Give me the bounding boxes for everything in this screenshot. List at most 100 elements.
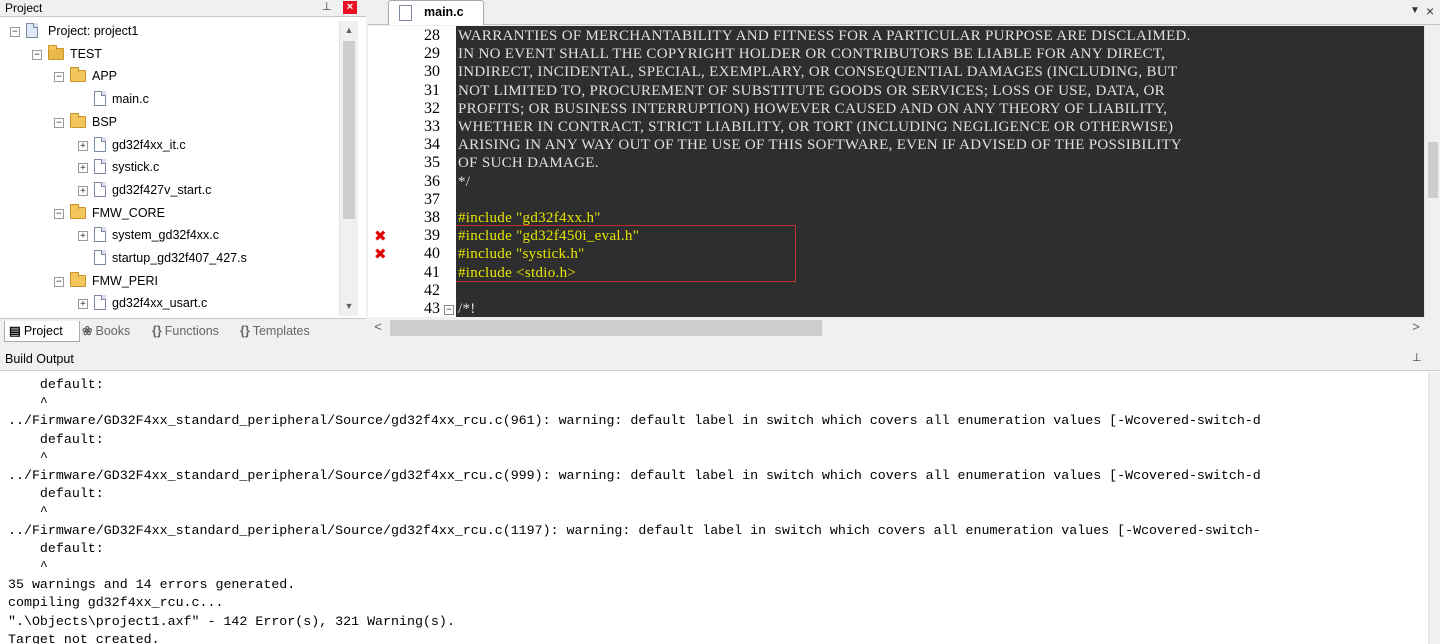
tree-node-label: Project: project1 [48, 24, 139, 38]
project-tab-icon: ▤ [9, 324, 21, 338]
expand-icon[interactable]: + [78, 231, 88, 242]
collapse-icon[interactable]: − [54, 117, 64, 128]
output-line[interactable]: ^ [8, 449, 48, 467]
file-icon [94, 136, 106, 152]
tab-project[interactable]: ▤ Project [4, 321, 80, 342]
output-line[interactable]: compiling gd32f4xx_rcu.c... [8, 594, 223, 612]
code-line[interactable]: INDIRECT, INCIDENTAL, SPECIAL, EXEMPLARY… [458, 63, 1177, 81]
build-output-text[interactable]: default: ^ ../Firmware/GD32F4xx_standard_… [8, 376, 1428, 644]
expand-icon[interactable]: + [78, 299, 88, 310]
output-line[interactable]: ../Firmware/GD32F4xx_standard_peripheral… [8, 522, 1261, 540]
tree-node-label: TEST [70, 46, 102, 61]
code-line[interactable]: OF SUCH DAMAGE. [458, 154, 599, 172]
tree-node-label: main.c [112, 92, 149, 107]
tree-node-label: gd32f4xx_usart.c [112, 296, 208, 311]
tree-node[interactable]: + system_gd32f4xx.c [0, 224, 338, 246]
code-line[interactable]: PROFITS; OR BUSINESS INTERRUPTION) HOWEV… [458, 100, 1167, 118]
tree-node[interactable]: + gd32f4xx_usart.c [0, 292, 338, 314]
folder-icon [70, 67, 86, 83]
output-line[interactable]: default: [8, 431, 104, 449]
editor-panel: main.c ▼ × 28 29 30 31 32 33 34 35 36 37 38 39 ✖ 40 ✖ 4… [368, 0, 1440, 342]
tree-node[interactable]: − FMW_CORE [0, 202, 338, 224]
tab-templates[interactable]: {} Templates [236, 321, 332, 341]
build-output-titlebar: Build Output ⊥ [0, 348, 1440, 371]
code-line[interactable]: /*! [458, 300, 476, 317]
line-number: 33 [424, 118, 440, 135]
tree-node[interactable]: main.c [0, 88, 338, 110]
line-number: 37 [424, 190, 440, 208]
output-line[interactable]: default: [8, 376, 104, 394]
pin-icon[interactable]: ⊥ [322, 0, 332, 13]
code-line[interactable]: */ [458, 173, 470, 191]
scroll-down-icon[interactable]: ▼ [341, 298, 357, 314]
line-number: 30 [424, 63, 440, 81]
output-line[interactable]: default: [8, 485, 104, 503]
tree-node[interactable]: + systick.c [0, 156, 338, 178]
tree-node[interactable]: + gd32f427v_start.c [0, 179, 338, 201]
tree-node[interactable]: − TEST [0, 43, 338, 65]
output-line[interactable]: ^ [8, 394, 48, 412]
tab-close-icon[interactable]: × [1426, 3, 1434, 19]
project-panel-title: Project [5, 1, 43, 15]
line-number: 41 [424, 263, 440, 281]
scroll-up-icon[interactable]: ▲ [341, 22, 357, 38]
tab-functions[interactable]: {} Functions [148, 321, 236, 341]
error-highlight [456, 225, 796, 282]
tree-node-label: APP [92, 69, 118, 84]
line-number: 35 [424, 154, 440, 172]
code-line[interactable]: NOT LIMITED TO, PROCUREMENT OF SUBSTITUT… [458, 82, 1165, 100]
file-icon [94, 159, 106, 175]
editor-vertical-scrollbar[interactable] [1424, 26, 1440, 317]
tree-node[interactable]: + gd32f4xx_it.c [0, 134, 338, 156]
error-icon[interactable]: ✖ [374, 245, 387, 263]
file-icon [94, 181, 106, 197]
collapse-icon[interactable]: − [10, 27, 20, 37]
pin-icon[interactable]: ⊥ [1412, 351, 1422, 364]
scroll-left-icon[interactable]: < [370, 319, 386, 335]
output-line[interactable]: ^ [8, 558, 48, 576]
output-line[interactable]: ^ [8, 503, 48, 521]
output-line[interactable]: ../Firmware/GD32F4xx_standard_peripheral… [8, 467, 1261, 485]
output-line[interactable]: Target not created. [8, 631, 160, 644]
collapse-icon[interactable]: − [54, 208, 64, 219]
build-output-scrollbar[interactable] [1428, 372, 1440, 644]
line-number: 38 [424, 209, 440, 226]
tree-scroll-thumb[interactable] [343, 41, 355, 219]
output-line[interactable]: default: [8, 540, 104, 558]
close-panel-icon[interactable]: × [343, 1, 357, 14]
error-icon[interactable]: ✖ [374, 227, 387, 245]
tab-main-c[interactable]: main.c [388, 0, 484, 25]
tree-node[interactable]: − APP [0, 65, 338, 87]
output-line[interactable]: 35 warnings and 14 errors generated. [8, 576, 295, 594]
tab-label: Books [95, 324, 131, 338]
tree-node-label: systick.c [112, 160, 160, 175]
collapse-icon[interactable]: − [32, 49, 42, 60]
code-line[interactable]: IN NO EVENT SHALL THE COPYRIGHT HOLDER O… [458, 45, 1165, 63]
expand-icon[interactable]: + [78, 185, 88, 196]
editor-scroll-thumb[interactable] [1428, 142, 1438, 198]
collapse-icon[interactable]: − [54, 72, 64, 83]
tree-node[interactable]: − Project: project1 [0, 20, 338, 42]
tab-books[interactable]: ❀ Books [78, 321, 150, 341]
code-line[interactable]: WHETHER IN CONTRACT, STRICT LIABILITY, O… [458, 118, 1173, 136]
scroll-right-icon[interactable]: > [1408, 319, 1424, 335]
tree-node[interactable]: − BSP [0, 111, 338, 133]
editor-horizontal-scrollbar[interactable]: < > [368, 318, 1440, 338]
output-line[interactable]: ".\Objects\project1.axf" - 142 Error(s),… [8, 613, 455, 631]
expand-icon[interactable]: + [78, 163, 88, 174]
line-number: 28 [424, 27, 440, 44]
tab-list-icon[interactable]: ▼ [1410, 5, 1420, 16]
tree-node[interactable]: − FMW_PERI [0, 270, 338, 292]
tree-vertical-scrollbar[interactable]: ▲ ▼ [339, 21, 358, 316]
code-line[interactable]: WARRANTIES OF MERCHANTABILITY AND FITNES… [458, 27, 1191, 45]
code-area[interactable]: WARRANTIES OF MERCHANTABILITY AND FITNES… [456, 26, 1424, 317]
fold-icon[interactable]: − [444, 305, 454, 315]
collapse-icon[interactable]: − [54, 276, 64, 287]
editor-hscroll-thumb[interactable] [390, 320, 822, 336]
code-line[interactable]: ARISING IN ANY WAY OUT OF THE USE OF THI… [458, 136, 1182, 154]
line-number: 43 [424, 300, 440, 317]
output-line[interactable]: ../Firmware/GD32F4xx_standard_peripheral… [8, 412, 1261, 430]
file-icon [94, 295, 106, 311]
tree-node[interactable]: startup_gd32f407_427.s [0, 247, 338, 269]
expand-icon[interactable]: + [78, 140, 88, 151]
